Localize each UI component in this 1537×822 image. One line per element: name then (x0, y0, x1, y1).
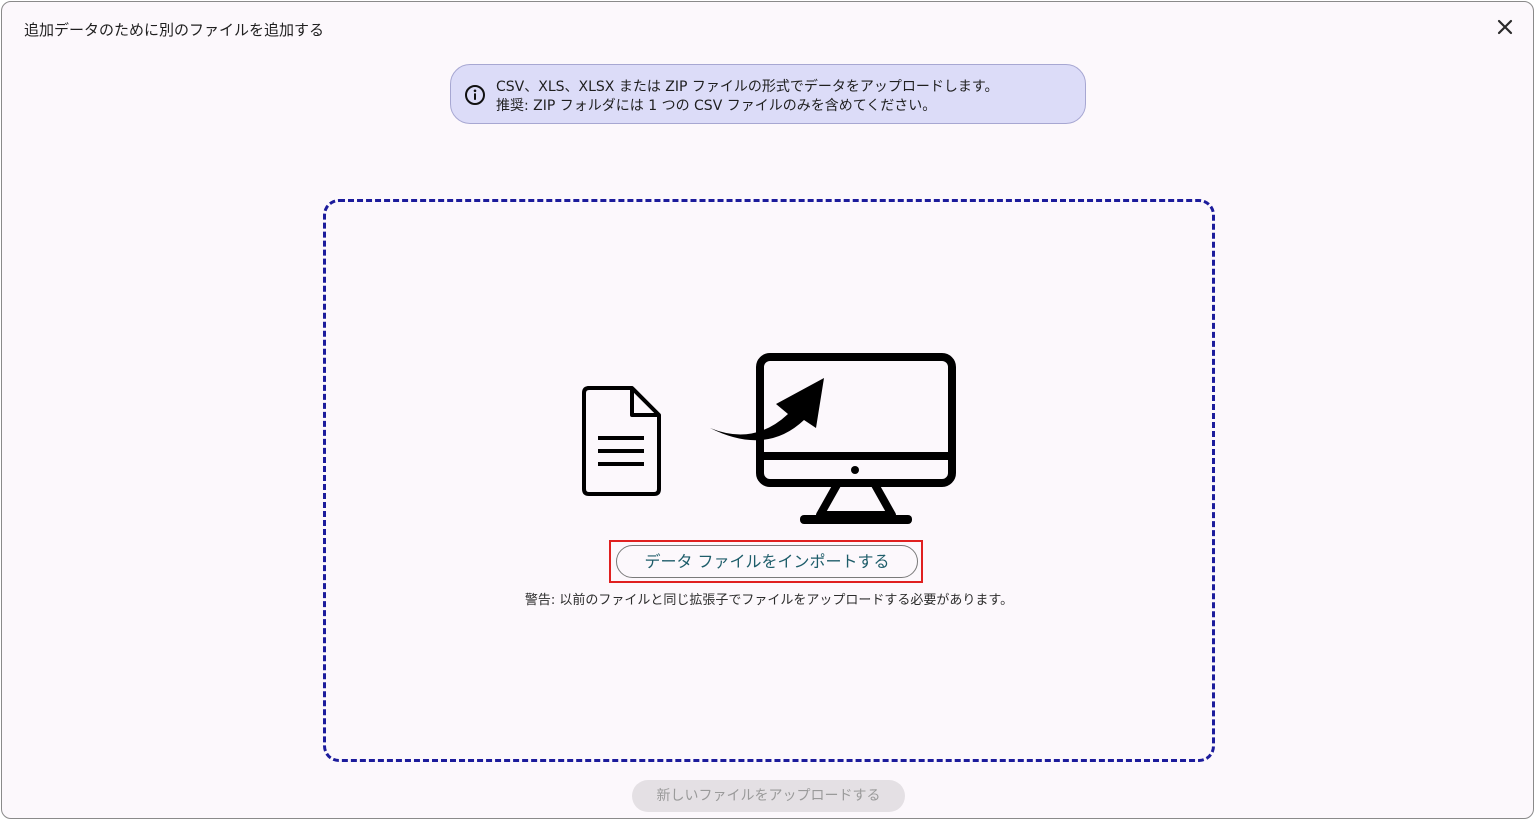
close-icon[interactable] (1494, 16, 1516, 38)
upload-dialog: 追加データのために別のファイルを追加する CSV、XLS、XLSX または ZI… (1, 1, 1534, 819)
extension-warning: 警告: 以前のファイルと同じ拡張子でファイルをアップロードする必要があります。 (524, 593, 1014, 608)
info-banner: CSV、XLS、XLSX または ZIP ファイルの形式でデータをアップロードし… (450, 64, 1086, 124)
dialog-title: 追加データのために別のファイルを追加する (24, 21, 325, 39)
upload-new-file-button[interactable]: 新しいファイルをアップロードする (632, 780, 905, 812)
info-text-formats: CSV、XLS、XLSX または ZIP ファイルの形式でデータをアップロードし… (496, 79, 999, 95)
import-data-file-button[interactable]: データ ファイルをインポートする (616, 545, 918, 578)
info-text-recommendation: 推奨: ZIP フォルダには 1 つの CSV ファイルのみを含めてください。 (496, 98, 937, 114)
info-icon (464, 84, 486, 106)
monitor-icon (754, 352, 958, 528)
document-icon (580, 385, 666, 497)
